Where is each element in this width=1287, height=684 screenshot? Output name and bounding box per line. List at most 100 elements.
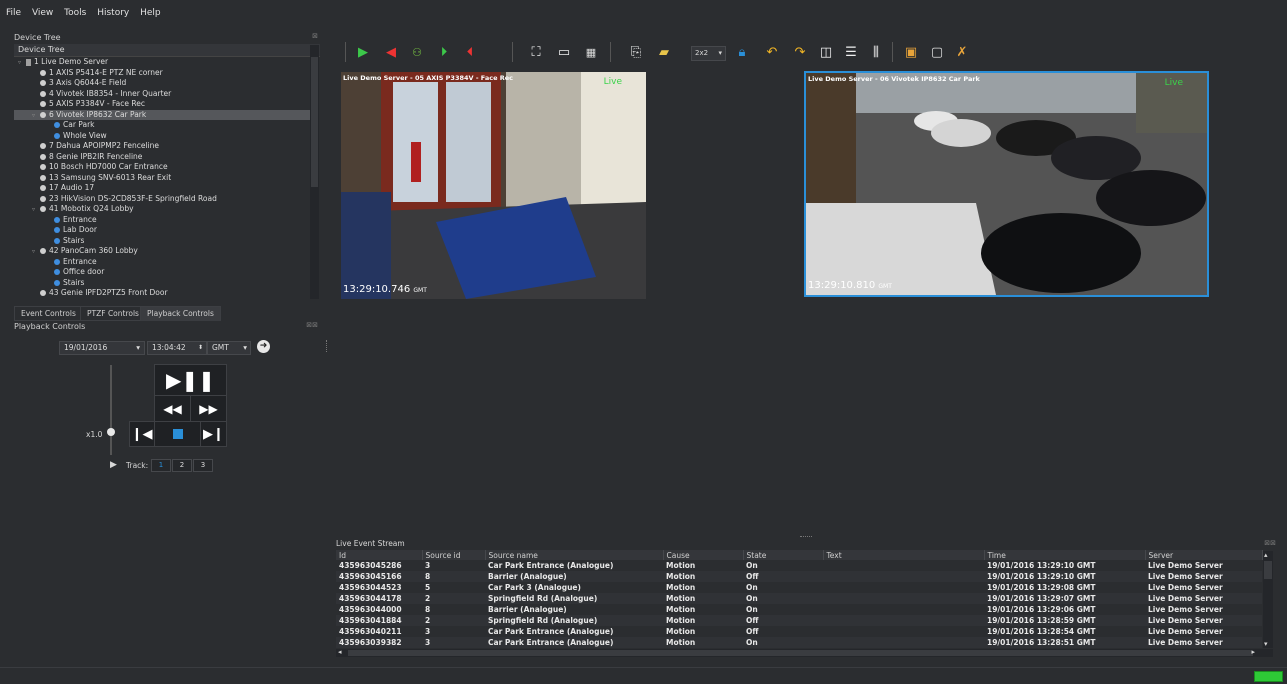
- export-icon[interactable]: ⎘: [627, 43, 645, 61]
- scroll-thumb[interactable]: [348, 650, 1253, 656]
- fullscreen-icon[interactable]: ⛶: [527, 43, 545, 61]
- column-header[interactable]: Cause: [663, 550, 744, 560]
- network-icon[interactable]: ⚇: [408, 43, 426, 61]
- track-button-3[interactable]: 3: [193, 459, 213, 472]
- tree-item[interactable]: Lab Door: [14, 225, 310, 236]
- table-row[interactable]: 435963039382 3 Car Park Entrance (Analogue…: [336, 637, 1262, 648]
- tree-item[interactable]: 4 Vivotek IB8354 - Inner Quarter: [14, 89, 310, 100]
- dock-icon[interactable]: ⊠⊠: [1264, 539, 1276, 547]
- tab-event-controls[interactable]: Event Controls: [14, 306, 83, 321]
- table-row[interactable]: 435963045286 3 Car Park Entrance (Analogue…: [336, 560, 1262, 571]
- skip-end-button[interactable]: ▶❙: [200, 421, 227, 447]
- tree-item[interactable]: 17 Audio 17: [14, 183, 310, 194]
- date-picker[interactable]: 19/01/2016 ▾: [59, 341, 145, 355]
- table-row[interactable]: 435963044523 5 Car Park 3 (Analogue) Motion…: [336, 582, 1262, 593]
- tree-item[interactable]: Whole View: [14, 131, 310, 142]
- stop-button[interactable]: [154, 421, 201, 447]
- table-row[interactable]: 435963040211 3 Car Park Entrance (Analogue…: [336, 626, 1262, 637]
- column-header[interactable]: Source id: [422, 550, 486, 560]
- dock-icon[interactable]: ⊠: [312, 32, 318, 40]
- scroll-left-icon[interactable]: ◂: [338, 648, 342, 656]
- blank-display-icon[interactable]: ▢: [928, 43, 946, 61]
- tree-item[interactable]: 5 AXIS P3384V - Face Rec: [14, 99, 310, 110]
- tree-item[interactable]: 10 Bosch HD7000 Car Entrance: [14, 162, 310, 173]
- splitter-handle[interactable]: [326, 340, 328, 352]
- go-end-icon[interactable]: ⏴: [461, 43, 479, 61]
- scroll-right-icon[interactable]: ▸: [1251, 648, 1255, 656]
- tree-item[interactable]: Entrance: [14, 257, 310, 268]
- tree-item[interactable]: 7 Dahua APOIPMP2 Fenceline: [14, 141, 310, 152]
- device-tree-selector[interactable]: Device Tree ▾: [14, 44, 320, 57]
- dock-icon[interactable]: ⊠⊠: [306, 321, 318, 329]
- go-arrow-icon[interactable]: ➜: [257, 340, 270, 353]
- menu-view[interactable]: View: [28, 6, 57, 20]
- column-header[interactable]: Time: [984, 550, 1146, 560]
- screen-icon[interactable]: ◫: [817, 43, 835, 61]
- monitor-icon[interactable]: ▭: [555, 43, 573, 61]
- clapperboard-icon[interactable]: ▰: [655, 43, 673, 61]
- tree-item[interactable]: Stairs: [14, 236, 310, 247]
- video-tile-2[interactable]: Live Demo Server - 06 Vivotek IP8632 Car…: [804, 71, 1209, 297]
- tree-item[interactable]: 43 Genie IPFD2PTZ5 Front Door: [14, 288, 310, 299]
- tree-item[interactable]: 3 Axis Q6044-E Field: [14, 78, 310, 89]
- video-tile-1[interactable]: Live Demo Server - 05 AXIS P3384V - Face…: [341, 72, 646, 299]
- table-row[interactable]: 435963041884 2 Springfield Rd (Analogue) Mo…: [336, 615, 1262, 626]
- tree-item[interactable]: 1 AXIS P5414-E PTZ NE corner: [14, 68, 310, 79]
- menu-file[interactable]: File: [0, 6, 25, 20]
- go-start-icon[interactable]: ⏵: [435, 43, 453, 61]
- play-pause-button[interactable]: ▶❚❚: [154, 364, 227, 396]
- column-header[interactable]: State: [743, 550, 824, 560]
- undo-icon[interactable]: ↶: [763, 43, 781, 61]
- scroll-thumb[interactable]: [1264, 561, 1272, 579]
- track-button-1[interactable]: 1: [151, 459, 171, 472]
- mixer-icon[interactable]: ⫼: [867, 43, 885, 61]
- event-stream-hscrollbar[interactable]: ◂ ▸: [336, 648, 1273, 657]
- speed-slider[interactable]: [110, 365, 112, 455]
- column-header[interactable]: Server: [1145, 550, 1263, 560]
- menu-tools[interactable]: Tools: [60, 6, 90, 20]
- column-header[interactable]: Source name: [485, 550, 664, 560]
- grid-icon[interactable]: ▦: [582, 43, 600, 61]
- step-icon[interactable]: ▶: [110, 460, 117, 470]
- scroll-down-icon[interactable]: ▾: [1264, 640, 1268, 648]
- mic-off-icon[interactable]: ✗: [953, 43, 971, 61]
- tab-ptzf-controls[interactable]: PTZF Controls: [80, 306, 146, 321]
- scroll-up-icon[interactable]: ▴: [1264, 551, 1268, 559]
- splitter-handle[interactable]: [800, 536, 812, 538]
- tree-item[interactable]: ▿ 42 PanoCam 360 Lobby: [14, 246, 310, 257]
- track-button-2[interactable]: 2: [172, 459, 192, 472]
- table-row[interactable]: 435963045166 8 Barrier (Analogue) Motion Off…: [336, 571, 1262, 582]
- tree-item[interactable]: Entrance: [14, 215, 310, 226]
- display-icon[interactable]: ▣: [902, 43, 920, 61]
- column-header[interactable]: Text: [823, 550, 985, 560]
- tree-item[interactable]: 23 HikVision DS-2CD853F-E Springfield Ro…: [14, 194, 310, 205]
- tree-item[interactable]: Stairs: [14, 278, 310, 289]
- tree-item[interactable]: 8 Genie IPB2IR Fenceline: [14, 152, 310, 163]
- event-stream-vscrollbar[interactable]: ▴ ▾: [1263, 551, 1273, 648]
- menu-history[interactable]: History: [93, 6, 133, 20]
- play-icon[interactable]: ▶: [354, 43, 372, 61]
- tree-scrollbar[interactable]: [310, 45, 319, 299]
- time-spinner[interactable]: 13:04:42 ⬍: [147, 341, 207, 355]
- fast-forward-button[interactable]: ▶▶: [190, 395, 227, 422]
- tree-item[interactable]: Car Park: [14, 120, 310, 131]
- column-header[interactable]: Id: [336, 550, 423, 560]
- settings-icon[interactable]: ☰: [842, 43, 860, 61]
- tree-item[interactable]: ▿ 41 Mobotix Q24 Lobby: [14, 204, 310, 215]
- menu-help[interactable]: Help: [136, 6, 165, 20]
- redo-icon[interactable]: ↷: [791, 43, 809, 61]
- skip-start-button[interactable]: ❙◀: [129, 421, 155, 447]
- rewind-button[interactable]: ◀◀: [154, 395, 191, 422]
- table-row[interactable]: 435963044178 2 Springfield Rd (Analogue) Mo…: [336, 593, 1262, 604]
- table-row[interactable]: 435963044000 8 Barrier (Analogue) Motion On 1…: [336, 604, 1262, 615]
- lock-icon[interactable]: 🔒︎: [733, 43, 751, 61]
- tree-item[interactable]: ▿ 6 Vivotek IP8632 Car Park: [14, 109, 310, 120]
- bookmark-red-icon[interactable]: ◀: [382, 43, 400, 61]
- scroll-thumb[interactable]: [311, 57, 318, 187]
- timezone-select[interactable]: GMT ▾: [207, 341, 251, 355]
- tab-playback-controls[interactable]: Playback Controls: [140, 306, 221, 321]
- tree-item[interactable]: ▿ 1 Live Demo Server: [14, 57, 310, 68]
- speed-slider-handle[interactable]: [107, 428, 115, 436]
- layout-select[interactable]: 2x2 ▾: [691, 46, 726, 61]
- tree-item[interactable]: 13 Samsung SNV-6013 Rear Exit: [14, 173, 310, 184]
